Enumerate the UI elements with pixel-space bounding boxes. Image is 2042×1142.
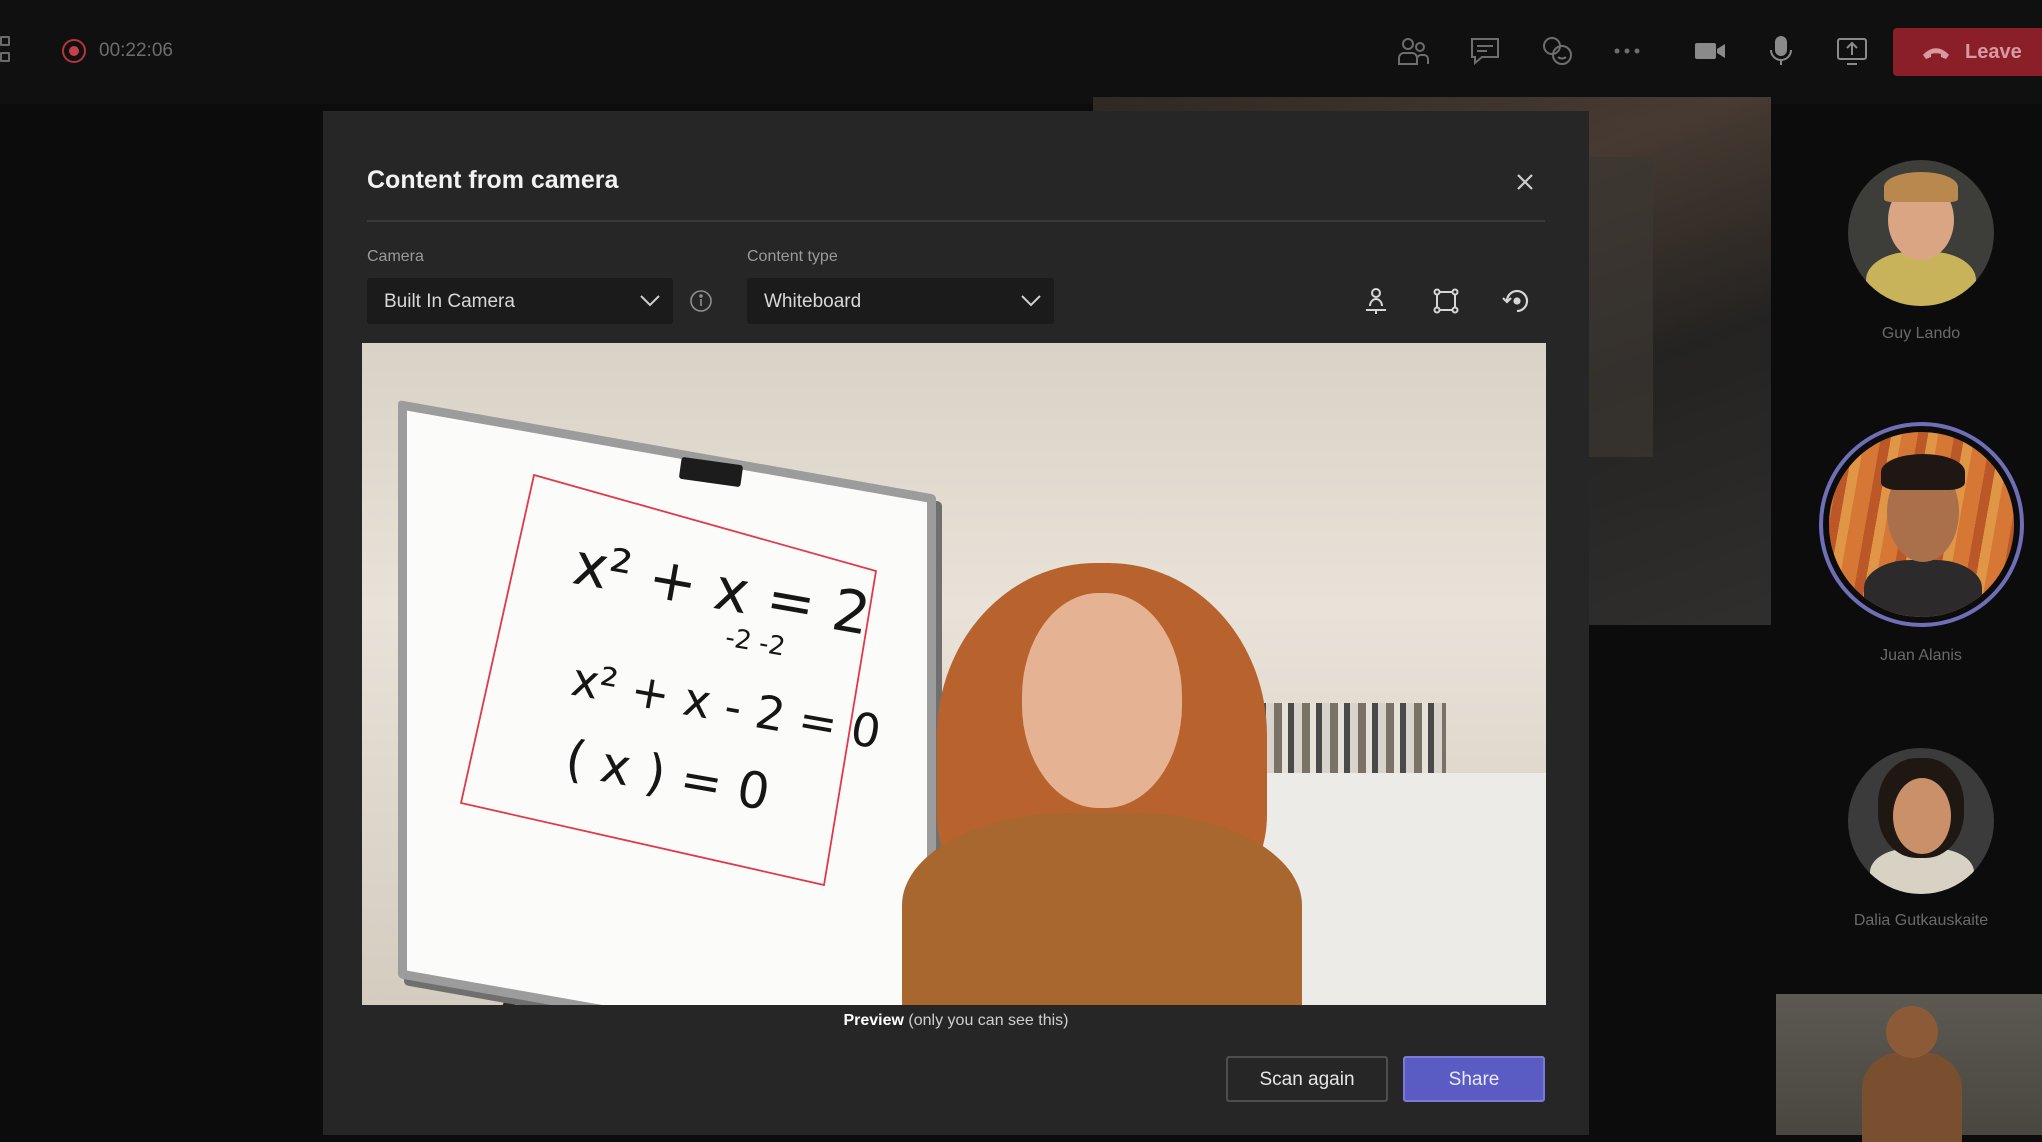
whiteboard-line: x² + x = 2 [568,530,875,649]
info-icon[interactable] [689,289,713,313]
share-screen-icon[interactable] [1835,34,1869,68]
presenter-face [1022,593,1182,808]
content-type-dropdown[interactable]: Whiteboard [747,278,1054,324]
dialog-title: Content from camera [367,166,619,194]
recording-icon [62,39,86,63]
people-icon[interactable] [1396,34,1430,68]
camera-dropdown[interactable]: Built In Camera [367,278,673,324]
self-view-tile[interactable] [1776,994,2042,1142]
microphone-icon[interactable] [1764,34,1798,68]
avatar-dalia-gutkauskaite[interactable] [1848,748,1994,894]
whiteboard-line: ( x ) = 0 [561,729,774,822]
leave-label: Leave [1965,41,2022,63]
camera-value: Built In Camera [384,291,515,312]
chevron-down-icon [1021,295,1041,307]
apps-grid-icon[interactable] [0,36,16,66]
avatar-juan-alanis[interactable] [1829,432,2014,617]
camera-label: Camera [367,248,424,265]
meeting-toolbar: 00:22:06 Leave [0,0,2042,104]
content-from-camera-dialog: Content from camera Camera Built In Came… [323,111,1589,1135]
crop-icon[interactable] [1429,284,1463,318]
content-type-label: Content type [747,248,838,265]
chevron-down-icon [640,295,660,307]
preview-note: (only you can see this) [908,1012,1069,1029]
scan-again-button[interactable]: Scan again [1226,1056,1388,1102]
chat-icon[interactable] [1468,34,1502,68]
self-view-figure [1862,1052,1962,1142]
content-type-value: Whiteboard [764,291,862,312]
preview-caption: Preview (only you can see this) [323,1012,1589,1030]
presenter-body [902,813,1302,1005]
leave-button[interactable]: Leave [1893,28,2042,76]
camera-icon[interactable] [1693,34,1727,68]
close-icon[interactable] [1510,167,1540,197]
self-view-head [1886,1006,1938,1058]
presenter-icon[interactable] [1359,284,1393,318]
share-button[interactable]: Share [1403,1056,1545,1102]
avatar-guy-lando[interactable] [1848,160,1994,306]
participant-name: Guy Lando [1881,325,1961,342]
divider [367,220,1545,222]
preview-label: Preview [843,1012,904,1029]
meeting-timer: 00:22:06 [99,40,173,61]
participant-name: Dalia Gutkauskaite [1853,912,1989,929]
more-icon[interactable] [1610,34,1644,68]
reactions-icon[interactable] [1540,34,1574,68]
rotate-icon[interactable] [1500,284,1534,318]
camera-preview: x² + x = 2 -2 -2 x² + x - 2 = 0 ( x ) = … [362,343,1546,1005]
hang-up-icon [1923,48,1949,59]
participant-name: Juan Alanis [1880,647,1962,664]
